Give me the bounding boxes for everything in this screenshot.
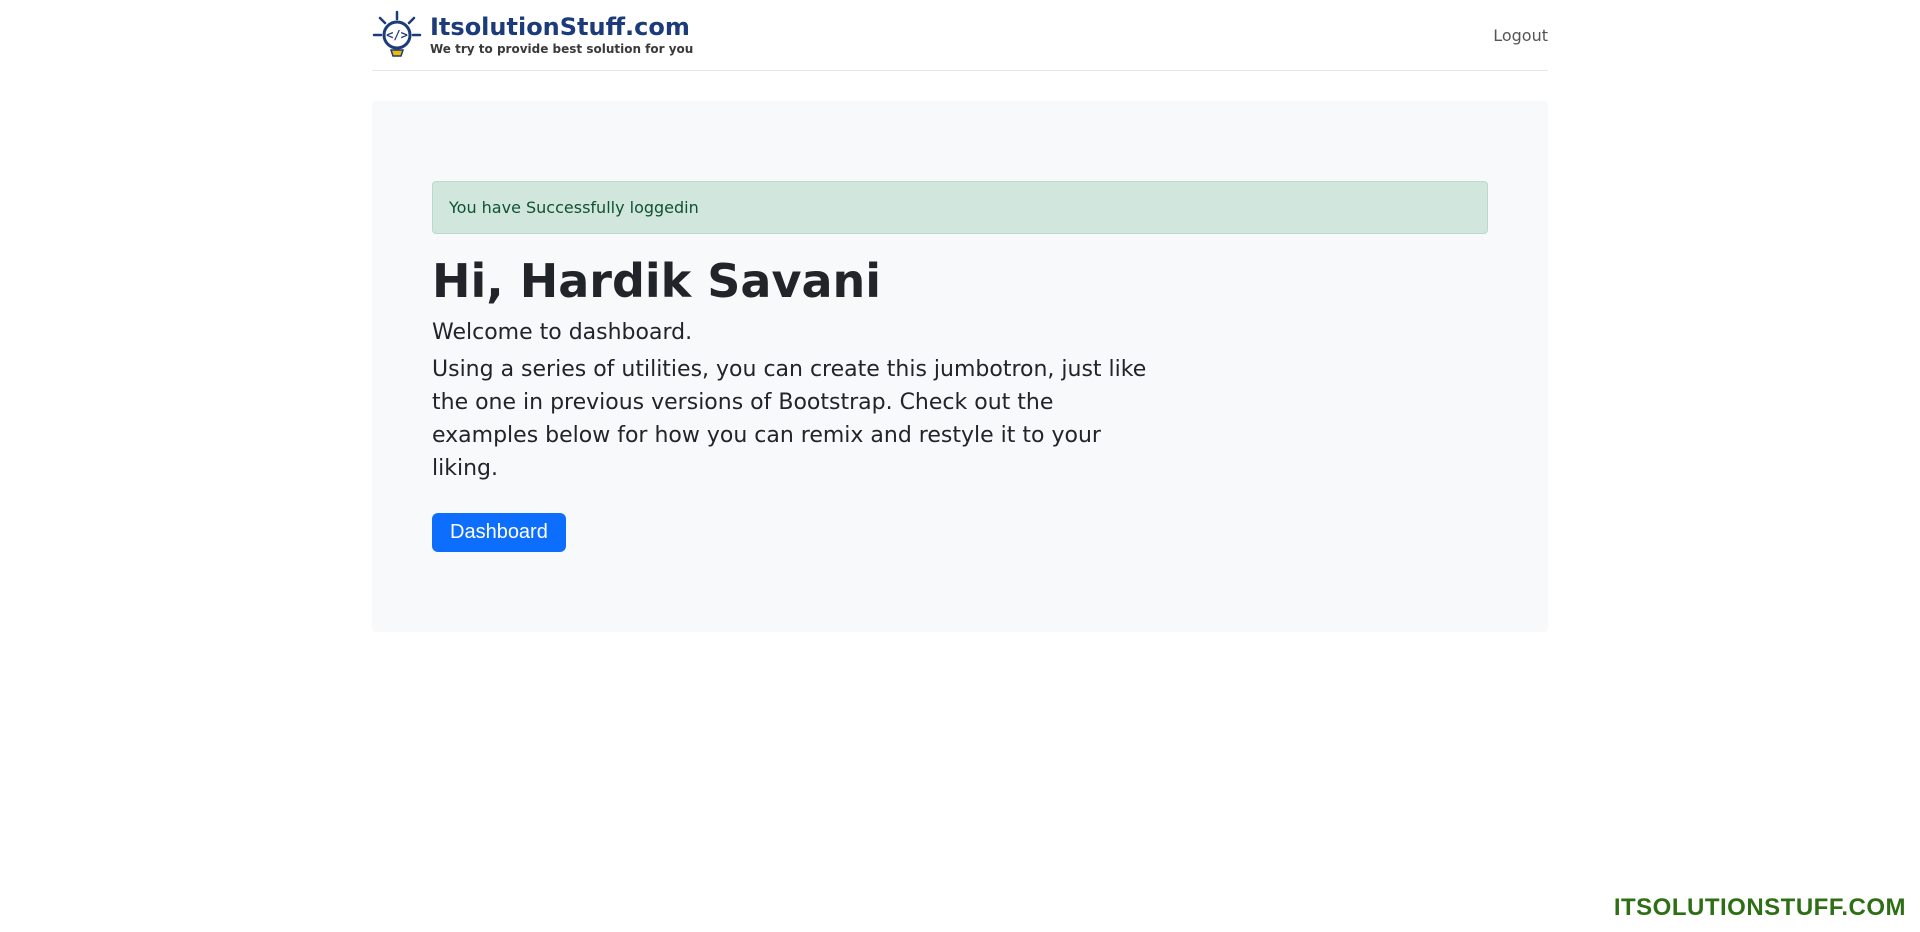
success-alert: You have Successfully loggedin: [432, 181, 1488, 234]
dashboard-button[interactable]: Dashboard: [432, 513, 566, 552]
logo-subtitle: We try to provide best solution for you: [430, 43, 693, 56]
logo-title: ItsolutionStuff.com: [430, 14, 693, 40]
logout-link[interactable]: Logout: [1493, 26, 1548, 45]
page-title: Hi, Hardik Savani: [432, 254, 1488, 308]
svg-text:</>: </>: [386, 28, 408, 42]
alert-message: You have Successfully loggedin: [449, 198, 699, 217]
lead-text-1: Welcome to dashboard.: [432, 316, 1162, 349]
brand-logo[interactable]: </> ItsolutionStuff.com We try to provid…: [372, 10, 693, 60]
logo-lightbulb-icon: </>: [372, 10, 422, 60]
lead-text-2: Using a series of utilities, you can cre…: [432, 353, 1162, 485]
navbar: </> ItsolutionStuff.com We try to provid…: [372, 0, 1548, 71]
watermark: ITSOLUTIONSTUFF.COM: [1614, 894, 1906, 922]
dashboard-jumbotron: You have Successfully loggedin Hi, Hardi…: [372, 101, 1548, 632]
logo-text: ItsolutionStuff.com We try to provide be…: [430, 14, 693, 56]
